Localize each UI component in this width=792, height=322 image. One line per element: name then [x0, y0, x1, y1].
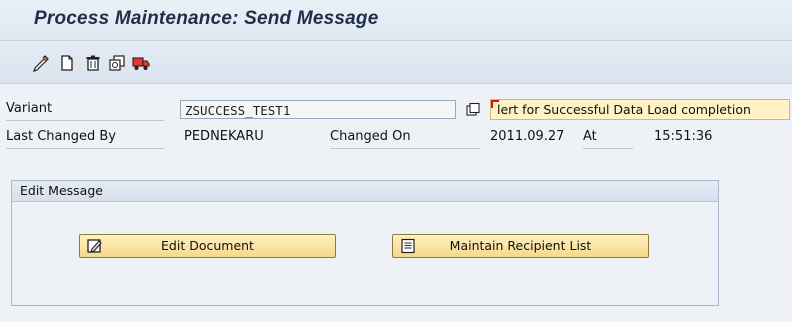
changed-on-label: Changed On — [330, 129, 411, 144]
copy-icon[interactable] — [108, 54, 126, 72]
variant-description-text: lert for Successful Data Load completion — [497, 102, 751, 117]
new-document-icon[interactable] — [58, 54, 76, 72]
title-bar: Process Maintenance: Send Message — [0, 0, 792, 41]
edit-pencil-icon[interactable] — [32, 54, 50, 72]
edit-document-label: Edit Document — [161, 238, 254, 253]
application-toolbar — [0, 41, 792, 84]
page-title: Process Maintenance: Send Message — [34, 8, 379, 29]
last-changed-by-value: PEDNEKARU — [184, 129, 264, 144]
required-indicator-icon — [491, 100, 499, 108]
recipient-list-icon — [400, 238, 416, 254]
delete-icon[interactable] — [84, 54, 102, 72]
edit-message-header: Edit Message — [12, 181, 718, 202]
variant-description-field[interactable]: lert for Successful Data Load completion — [490, 99, 790, 120]
maintain-recipient-list-button[interactable]: Maintain Recipient List — [392, 234, 649, 258]
edit-message-group: Edit Message Edit Document Maintain Reci… — [11, 180, 719, 306]
edit-document-button[interactable]: Edit Document — [79, 234, 336, 258]
last-changed-by-label: Last Changed By — [6, 129, 116, 144]
divider — [330, 148, 480, 149]
changed-on-value: 2011.09.27 — [490, 129, 565, 144]
variant-label: Variant — [6, 101, 53, 116]
edit-document-icon — [87, 238, 103, 254]
divider — [6, 120, 164, 121]
transport-icon[interactable] — [132, 54, 150, 72]
variant-input[interactable]: ZSUCCESS_TEST1 — [180, 100, 456, 119]
variant-f4-help-icon[interactable] — [465, 102, 481, 118]
at-time-value: 15:51:36 — [654, 129, 713, 144]
maintain-recipient-list-label: Maintain Recipient List — [449, 238, 592, 253]
divider — [583, 148, 633, 149]
divider — [6, 148, 164, 149]
at-label: At — [583, 129, 597, 144]
